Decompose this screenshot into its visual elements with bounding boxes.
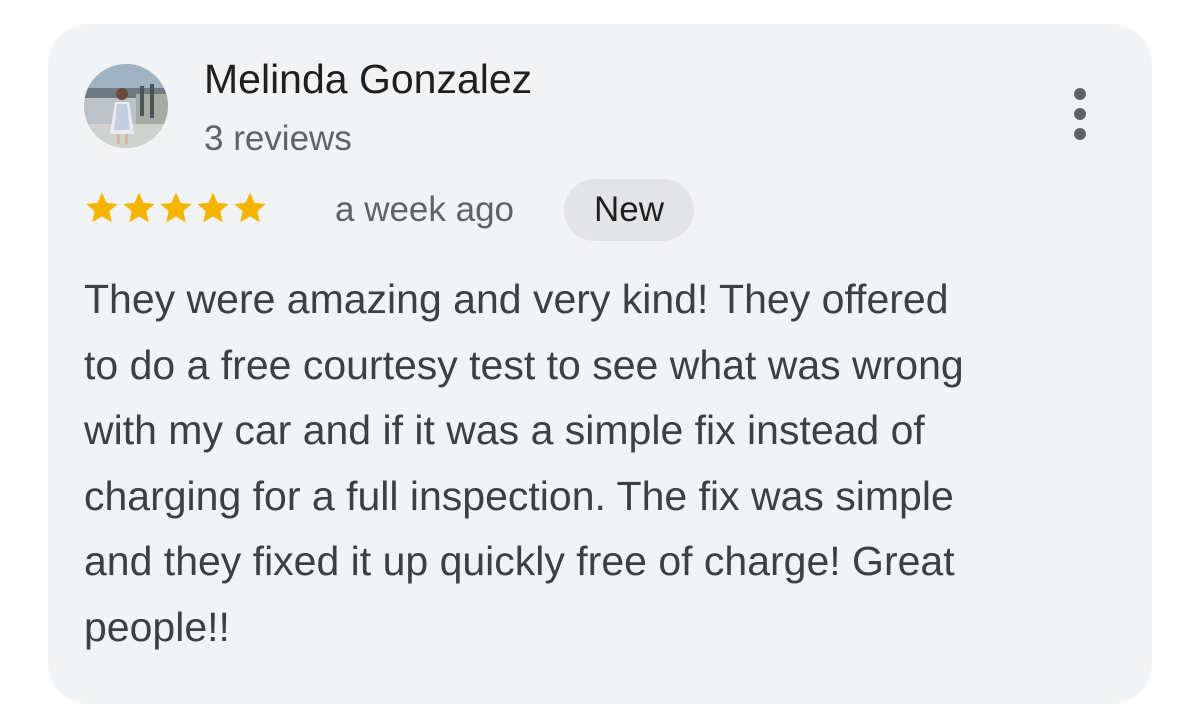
star-icon	[123, 192, 155, 223]
new-badge: New	[564, 179, 694, 241]
star-rating	[84, 190, 268, 230]
review-time: a week ago	[335, 190, 515, 229]
avatar[interactable]	[84, 64, 168, 148]
star-icon	[86, 192, 118, 223]
author-name[interactable]: Melinda Gonzalez	[204, 54, 532, 104]
review-text: They were amazing and very kind! They of…	[84, 276, 964, 650]
more-options-button[interactable]	[1060, 82, 1100, 146]
star-icon	[160, 192, 192, 223]
star-icon	[197, 192, 229, 223]
new-badge-label: New	[593, 190, 665, 229]
review-card: Melinda Gonzalez 3 reviews a week ago Ne…	[48, 24, 1152, 704]
star-icon	[234, 192, 266, 223]
avatar-photo	[84, 64, 168, 148]
review-count: 3 reviews	[204, 119, 352, 158]
